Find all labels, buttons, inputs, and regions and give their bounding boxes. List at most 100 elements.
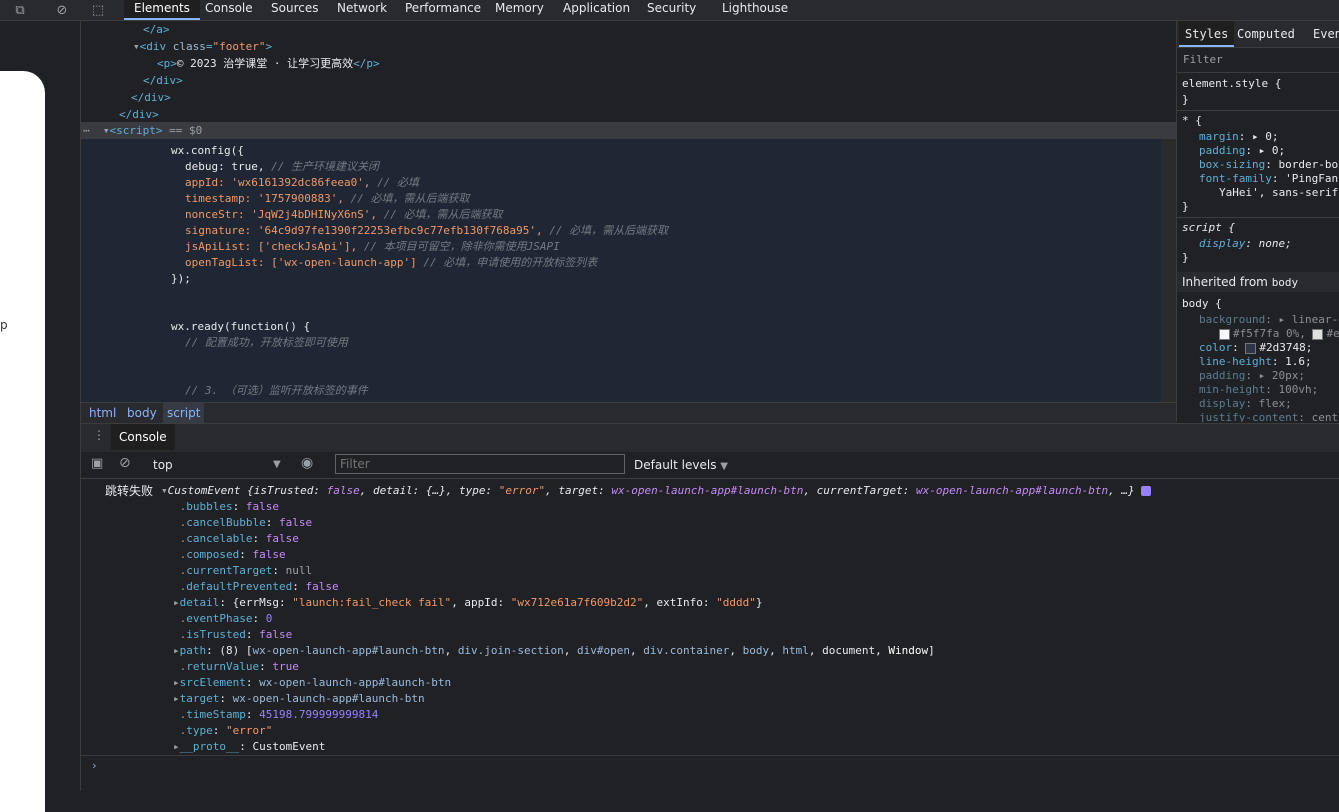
sidebar-toggle-icon[interactable]: ▣ — [91, 456, 103, 471]
console-prompt[interactable]: › — [81, 755, 1339, 776]
color-swatch[interactable] — [1245, 342, 1257, 354]
tab-sources[interactable]: Sources — [261, 0, 328, 20]
drawer-menu-icon[interactable]: ⋮ — [93, 428, 105, 442]
expand-arrow-icon[interactable]: ▸ — [173, 596, 180, 609]
event-property-row[interactable]: .isTrusted: false — [173, 627, 293, 643]
more-options-icon[interactable]: ⋯ — [83, 124, 90, 137]
info-badge-icon[interactable] — [1141, 486, 1152, 496]
tree-node-script[interactable]: ⋯ ▾<script> == $0 — [83, 122, 202, 139]
breadcrumb-html[interactable]: html — [85, 403, 120, 423]
path-item-link[interactable]: html — [782, 644, 809, 657]
prop-box-sizing[interactable]: box-sizing: border-box — [1199, 158, 1339, 172]
device-toolbar-icon[interactable]: ⧉ — [8, 0, 32, 20]
prop-padding[interactable]: padding: ▸ 0; — [1199, 144, 1285, 158]
clear-console-icon[interactable]: ⊘ — [119, 455, 131, 471]
expand-arrow-icon[interactable]: ▾ — [133, 40, 140, 53]
selected-node-row[interactable] — [81, 122, 1176, 139]
dock-icon[interactable]: ⊘ — [50, 0, 74, 20]
log-levels-dropdown[interactable]: Default levels ▼ — [634, 455, 728, 475]
tab-styles[interactable]: Styles — [1179, 21, 1235, 47]
prop-background[interactable]: background: ▸ linear-g — [1199, 313, 1339, 327]
styles-filter-input[interactable]: Filter — [1177, 48, 1339, 73]
event-property-row[interactable]: .currentTarget: null — [173, 563, 312, 579]
event-property-row[interactable]: .cancelBubble: false — [173, 515, 313, 531]
path-item-link[interactable]: wx-open-launch-app#launch-btn — [253, 644, 445, 657]
path-item-link[interactable]: div.join-section — [458, 644, 564, 657]
color-swatch[interactable] — [1312, 328, 1324, 340]
prop-display[interactable]: display: none; — [1199, 237, 1292, 251]
tree-node-p[interactable]: <p>© 2023 治学课堂 · 让学习更高效</p> — [157, 55, 380, 72]
prop-font-family[interactable]: font-family: 'PingFan — [1199, 172, 1338, 186]
expand-arrow-icon[interactable]: ▾ — [161, 484, 168, 497]
path-item-link[interactable]: document — [822, 644, 875, 657]
tab-computed[interactable]: Computed — [1231, 21, 1301, 47]
property-value[interactable]: wx-open-launch-app#launch-btn — [259, 676, 451, 689]
prop-color[interactable]: color: #2d3748; — [1199, 341, 1312, 355]
expand-arrow-icon[interactable]: ▸ — [173, 644, 180, 657]
tab-lighthouse[interactable]: Lighthouse — [712, 0, 798, 20]
event-property-row[interactable]: ▸srcElement: wx-open-launch-app#launch-b… — [173, 675, 451, 691]
event-property-row[interactable]: ▸__proto__: CustomEvent — [173, 739, 325, 755]
prop-margin[interactable]: margin: ▸ 0; — [1199, 130, 1279, 144]
tree-node-div-close[interactable]: </div> — [131, 89, 171, 106]
tree-node-div-close[interactable]: </div> — [143, 72, 183, 89]
console-message-prefix: 跳转失败 — [105, 484, 154, 498]
event-property-row[interactable]: .defaultPrevented: false — [173, 579, 339, 595]
event-property-row[interactable]: ▸path: (8) [wx-open-launch-app#launch-bt… — [173, 643, 935, 659]
path-item-link[interactable]: div.container — [643, 644, 729, 657]
breadcrumb-script[interactable]: script — [163, 403, 205, 423]
tab-performance[interactable]: Performance — [395, 0, 491, 20]
tree-node-div-close[interactable]: </div> — [119, 106, 159, 123]
expand-arrow-icon[interactable]: ▸ — [173, 676, 180, 689]
tab-memory[interactable]: Memory — [485, 0, 554, 20]
event-property-row[interactable]: .timeStamp: 45198.799999999814 — [173, 707, 379, 723]
event-property-row[interactable]: ▸detail: {errMsg: "launch:fail_check fai… — [173, 595, 762, 611]
prop-min-height[interactable]: min-height: 100vh; — [1199, 383, 1318, 397]
event-property-row[interactable]: .composed: false — [173, 547, 286, 563]
console-filter-input[interactable] — [335, 454, 625, 474]
live-expression-eye-icon[interactable]: ◉ — [301, 455, 313, 471]
expand-arrow-icon[interactable]: ▸ — [173, 740, 180, 753]
tab-security[interactable]: Security — [637, 0, 706, 20]
event-property-row[interactable]: .type: "error" — [173, 723, 273, 739]
property-value: false — [259, 628, 293, 641]
tree-node-div-footer[interactable]: ▾<div class="footer"> — [133, 38, 272, 55]
rule-element-style[interactable]: element.style { — [1182, 77, 1281, 91]
event-property-row[interactable]: .bubbles: false — [173, 499, 279, 515]
tab-application[interactable]: Application — [553, 0, 640, 20]
tab-event-listeners[interactable]: Event — [1307, 21, 1339, 47]
property-value: false — [252, 548, 286, 561]
inherited-target-link[interactable]: body — [1272, 276, 1299, 289]
path-item-link[interactable]: body — [743, 644, 770, 657]
event-property-row[interactable]: .cancelable: false — [173, 531, 299, 547]
tab-console[interactable]: Console — [195, 0, 263, 20]
path-item-link[interactable]: Window — [888, 644, 928, 657]
rule-body[interactable]: body { — [1182, 297, 1222, 311]
color-swatch[interactable] — [1219, 328, 1230, 340]
detail-part: {errMsg: — [232, 596, 293, 609]
path-item-link[interactable]: div#open — [577, 644, 630, 657]
event-summary[interactable]: ▾CustomEvent {isTrusted: false, detail: … — [161, 483, 1152, 499]
expand-arrow-icon[interactable]: ▾ — [103, 124, 110, 137]
event-property-row[interactable]: .eventPhase: 0 — [173, 611, 273, 627]
prop-line-height[interactable]: line-height: 1.6; — [1199, 355, 1312, 369]
tree-node-a-close[interactable]: </a> — [143, 21, 170, 38]
inspect-element-icon[interactable]: ⬚ — [86, 0, 110, 20]
property-value[interactable]: wx-open-launch-app#launch-btn — [233, 692, 425, 705]
prop-display-body[interactable]: display: flex; — [1199, 397, 1292, 411]
elements-scrollbar[interactable] — [1161, 139, 1176, 402]
expand-arrow-icon[interactable]: ▸ — [173, 692, 180, 705]
rule-universal[interactable]: * { — [1182, 114, 1202, 128]
prop-justify-content[interactable]: justify-content: cent — [1199, 411, 1338, 422]
tab-network[interactable]: Network — [327, 0, 397, 20]
rule-script[interactable]: script { — [1182, 221, 1235, 235]
property-value: false — [278, 516, 313, 529]
breadcrumb-body[interactable]: body — [123, 403, 161, 423]
tab-elements[interactable]: Elements — [124, 0, 200, 20]
bullet-icon: . — [173, 564, 187, 577]
context-selector[interactable]: top ▼ — [153, 455, 283, 475]
event-property-row[interactable]: ▸target: wx-open-launch-app#launch-btn — [173, 691, 425, 707]
drawer-tab-console[interactable]: Console — [111, 424, 175, 450]
event-property-row[interactable]: .returnValue: true — [173, 659, 299, 675]
prop-padding-body[interactable]: padding: ▸ 20px; — [1199, 369, 1305, 383]
